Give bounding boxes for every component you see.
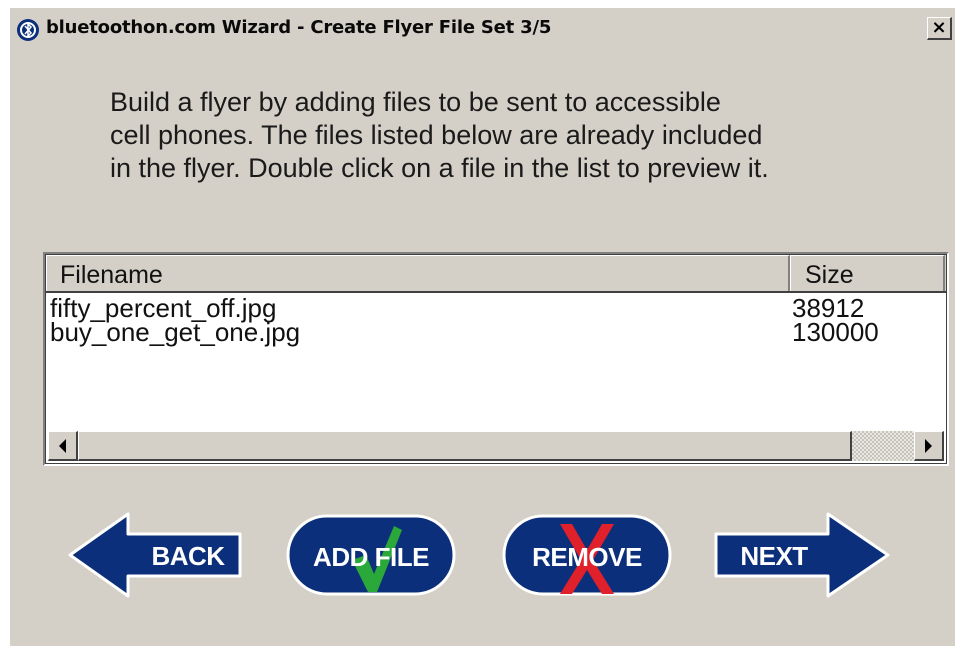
column-header-filename[interactable]: Filename — [46, 255, 790, 291]
next-button[interactable]: NEXT — [714, 512, 890, 598]
file-size: 130000 — [792, 317, 879, 347]
instructions-text: Build a flyer by adding files to be sent… — [110, 86, 890, 185]
close-button[interactable]: × — [927, 17, 952, 40]
file-list[interactable]: Filename Size fifty_percent_off.jpg 3891… — [43, 252, 949, 466]
back-arrow-icon: BACK — [68, 512, 242, 598]
back-button[interactable]: BACK — [68, 512, 242, 598]
instructions-line: in the flyer. Double click on a file in … — [110, 153, 769, 183]
horizontal-scrollbar[interactable] — [48, 431, 944, 461]
file-name: buy_one_get_one.jpg — [50, 317, 301, 347]
next-arrow-icon: NEXT — [714, 512, 890, 598]
add-file-graphic: ADD FILE — [286, 514, 456, 596]
scrollbar-track[interactable] — [852, 431, 914, 461]
remove-button[interactable]: REMOVE — [502, 514, 672, 596]
window-title: bluetoothon.com Wizard - Create Flyer Fi… — [46, 17, 552, 38]
file-row[interactable]: buy_one_get_one.jpg 130000 — [48, 317, 944, 347]
add-file-button[interactable]: ADD FILE — [286, 514, 456, 596]
file-list-rows: fifty_percent_off.jpg 38912 buy_one_get_… — [48, 295, 944, 347]
scrollbar-thumb[interactable] — [78, 431, 852, 461]
remove-label: REMOVE — [532, 542, 642, 572]
arrow-right-icon — [925, 438, 932, 453]
scroll-left-button[interactable] — [48, 431, 78, 461]
instructions-line: cell phones. The files listed below are … — [110, 120, 763, 150]
title-bar: bluetoothon.com Wizard - Create Flyer Fi… — [10, 8, 955, 48]
scroll-right-button[interactable] — [914, 431, 944, 461]
next-label: NEXT — [740, 541, 808, 571]
arrow-left-icon — [59, 438, 66, 453]
file-list-header: Filename Size — [46, 255, 946, 293]
close-icon: × — [931, 17, 947, 38]
column-header-size[interactable]: Size — [790, 255, 945, 291]
wizard-window: bluetoothon.com Wizard - Create Flyer Fi… — [10, 8, 955, 646]
back-label: BACK — [151, 541, 225, 571]
remove-graphic: REMOVE — [502, 514, 672, 596]
add-file-label: ADD FILE — [313, 542, 429, 572]
bluetooth-app-icon — [17, 19, 39, 41]
instructions-line: Build a flyer by adding files to be sent… — [110, 87, 721, 117]
